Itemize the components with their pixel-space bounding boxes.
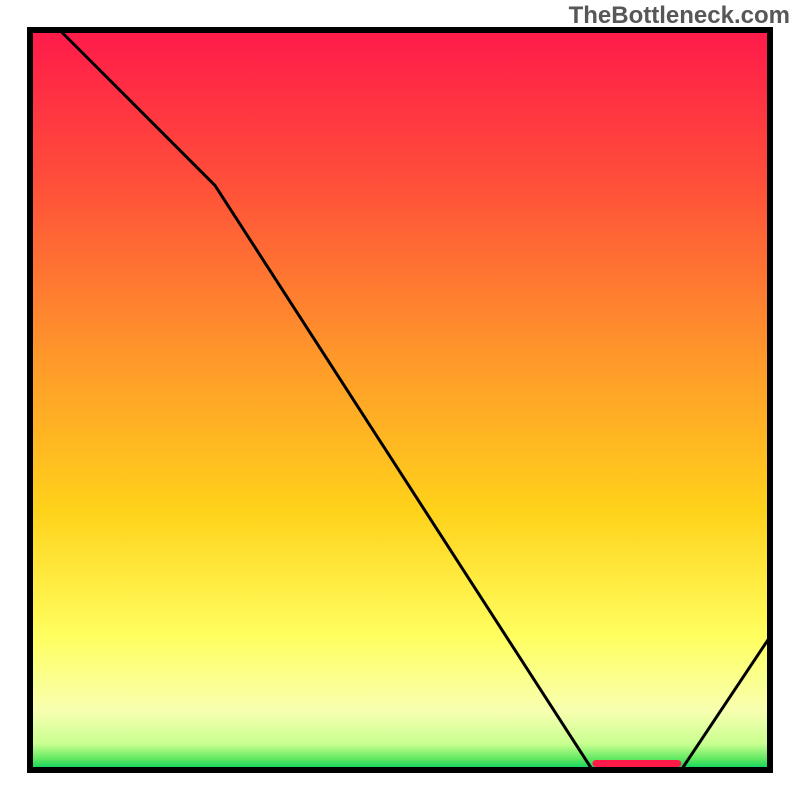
minimum-marker xyxy=(592,760,681,767)
bottleneck-chart xyxy=(0,0,800,800)
chart-background-gradient xyxy=(30,30,770,770)
